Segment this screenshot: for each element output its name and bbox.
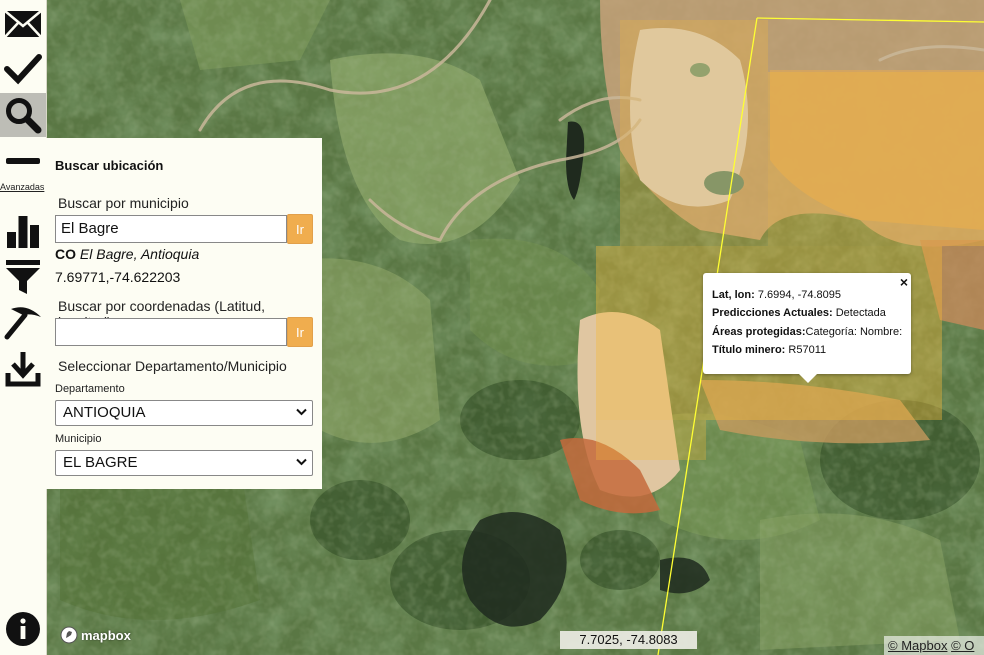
pickaxe-icon[interactable] [0, 300, 46, 344]
municipio-value: EL BAGRE [63, 454, 138, 471]
chevron-down-icon [296, 408, 307, 416]
department-value: ANTIOQUIA [63, 404, 146, 421]
popup-prediction-value: Detectada [835, 307, 886, 319]
cursor-coordinates: 7.7025, -74.8083 [560, 631, 697, 649]
result-country: CO [55, 246, 76, 262]
select-label: Seleccionar Departamento/Municipio [58, 358, 287, 374]
bar-chart-icon[interactable] [0, 208, 46, 254]
popup-mining-title: Título minero: R57011 [712, 344, 826, 356]
municipality-label: Buscar por municipio [58, 195, 189, 211]
popup-protected-areas: Áreas protegidas:Categoría: Nombre: [712, 326, 902, 338]
search-panel: Buscar ubicación Buscar por municipio El… [46, 138, 322, 489]
department-select[interactable]: ANTIOQUIA [55, 400, 313, 426]
search-result[interactable]: CO El Bagre, Antioquia [55, 246, 199, 262]
municipio-select[interactable]: EL BAGRE [55, 450, 313, 476]
popup-latlon-value: 7.6994, -74.8095 [757, 289, 842, 301]
municipio-label: Municipio [55, 433, 102, 445]
chevron-down-icon [296, 458, 307, 466]
advanced-link[interactable]: Avanzadas [0, 182, 46, 192]
coords-go-button[interactable]: Ir [287, 317, 313, 347]
popup-latlon: Lat, lon: 7.6994, -74.8095 [712, 289, 841, 301]
mapbox-logo[interactable]: mapbox [60, 626, 131, 644]
popup-prediction: Predicciones Actuales: Detectada [712, 307, 886, 319]
result-place: El Bagre, Antioquia [79, 246, 200, 262]
mapbox-logo-text: mapbox [81, 627, 131, 643]
check-icon[interactable] [0, 47, 46, 91]
attribution-osm-link[interactable]: © O [951, 638, 974, 653]
popup-areas-value: Categoría: Nombre: [805, 326, 903, 338]
popup-title-label: Título minero: [712, 344, 786, 356]
filter-icon[interactable] [0, 256, 46, 298]
popup-title-value: R57011 [788, 344, 827, 356]
search-icon[interactable] [0, 93, 46, 137]
info-icon[interactable] [0, 608, 46, 650]
download-icon[interactable] [0, 346, 46, 390]
left-toolbar: Avanzadas [0, 0, 47, 655]
result-coords: 7.69771,-74.622203 [55, 269, 181, 285]
attribution-mapbox-link[interactable]: © Mapbox [888, 638, 947, 653]
popup-latlon-label: Lat, lon: [712, 289, 755, 301]
department-label: Departamento [55, 383, 125, 395]
municipality-input[interactable]: El Bagre [55, 215, 287, 243]
detection-overlay [596, 20, 984, 460]
popup-areas-label: Áreas protegidas: [712, 326, 806, 338]
minus-icon[interactable] [0, 146, 46, 176]
popup-prediction-label: Predicciones Actuales: [712, 307, 833, 319]
panel-title: Buscar ubicación [55, 158, 164, 173]
mail-icon[interactable] [0, 4, 46, 44]
map-popup: × Lat, lon: 7.6994, -74.8095 Prediccione… [703, 273, 911, 383]
map-attribution: © Mapbox © O [884, 636, 984, 655]
mapbox-logo-icon [60, 626, 78, 644]
close-icon[interactable]: × [900, 274, 908, 290]
municipality-go-button[interactable]: Ir [287, 214, 313, 244]
coords-input[interactable] [55, 318, 287, 346]
